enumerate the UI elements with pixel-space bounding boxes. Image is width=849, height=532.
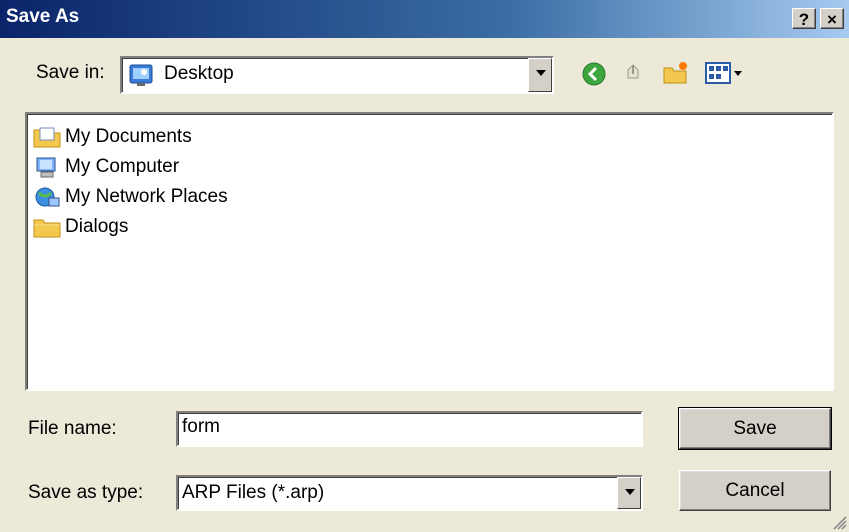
save-as-type-label: Save as type: [28, 482, 144, 503]
file-name-label: File name: [28, 418, 117, 439]
window-title: Save As [6, 6, 80, 27]
file-name-field[interactable] [176, 411, 643, 447]
save-as-type-value: ARP Files (*.arp) [182, 482, 325, 503]
save-in-label: Save in: [36, 62, 105, 83]
desktop-icon [129, 64, 153, 86]
file-name-input[interactable] [182, 416, 599, 438]
up-folder-icon[interactable] [622, 60, 648, 86]
back-icon[interactable] [581, 61, 607, 87]
file-name: Dialogs [65, 216, 129, 237]
new-folder-icon[interactable] [662, 60, 690, 86]
file-name: My Documents [65, 126, 192, 147]
file-list[interactable]: My Documents My Computer My Network Plac… [25, 112, 834, 391]
file-name: My Computer [65, 156, 180, 177]
save-as-dialog: Save As ? × Save in: Desktop My Document… [0, 0, 849, 532]
my-documents-icon [33, 127, 61, 148]
my-computer-icon [36, 157, 56, 178]
file-name: My Network Places [65, 186, 228, 207]
save-in-value: Desktop [164, 63, 234, 84]
cancel-button[interactable]: Cancel [679, 470, 831, 511]
save-button[interactable]: Save [678, 407, 832, 450]
view-menu-icon[interactable] [704, 60, 744, 86]
network-places-icon [35, 187, 60, 207]
help-button[interactable]: ? [792, 8, 816, 29]
resize-grip-icon[interactable] [831, 514, 847, 530]
save-as-type-combo[interactable]: ARP Files (*.arp) [176, 475, 643, 511]
title-bar[interactable]: Save As ? × [0, 0, 849, 38]
close-button[interactable]: × [820, 8, 844, 29]
save-in-dropdown-arrow[interactable] [528, 58, 552, 92]
folder-icon [33, 219, 61, 238]
save-in-combo[interactable]: Desktop [120, 56, 554, 94]
save-as-type-dropdown-arrow[interactable] [617, 477, 641, 509]
